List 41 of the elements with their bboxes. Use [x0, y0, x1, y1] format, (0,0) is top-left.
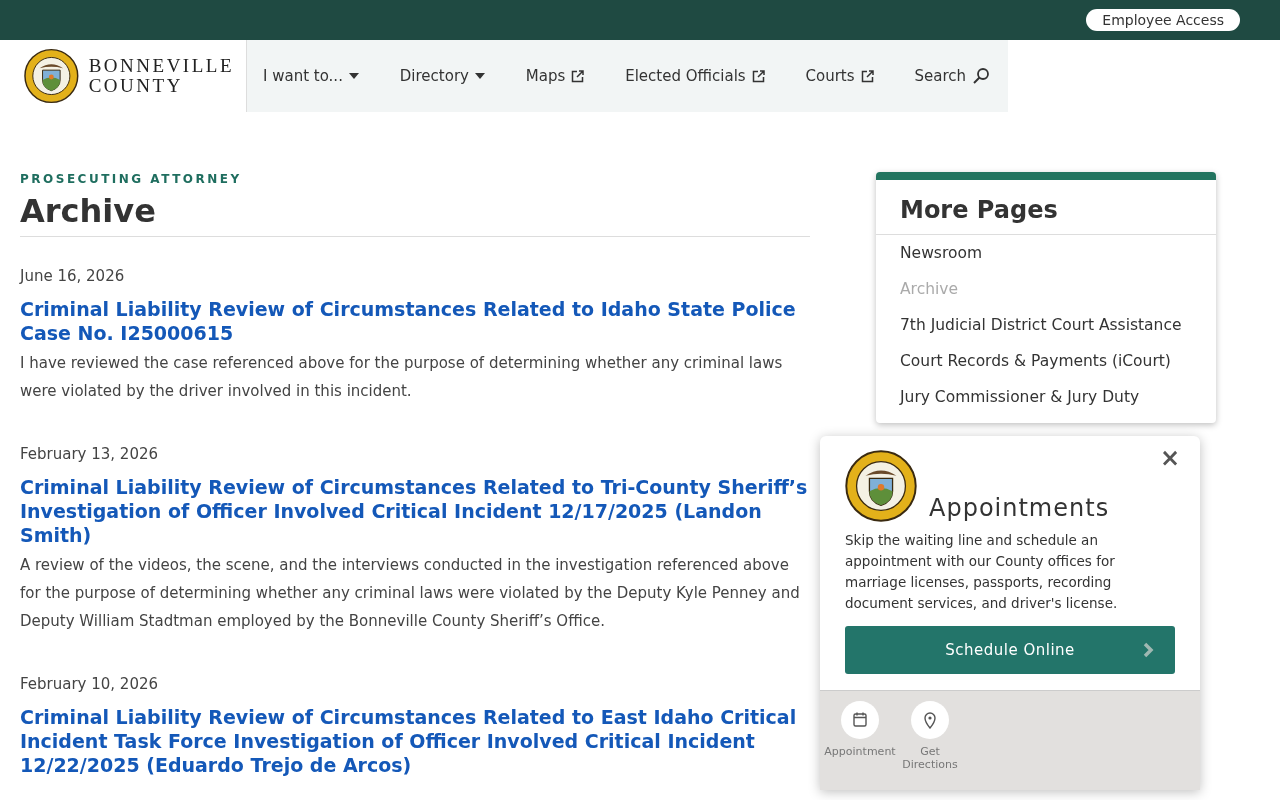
nav-link[interactable]: Courts: [805, 67, 874, 85]
popup-title: Appointments: [929, 494, 1110, 522]
external-link-icon: [751, 69, 765, 83]
logo-text[interactable]: BONNEVILLE: [88, 56, 234, 76]
caret-icon: [348, 73, 359, 79]
close-button[interactable]: ×: [1155, 444, 1184, 472]
article-date: June 16, 2026: [20, 267, 126, 285]
article-link[interactable]: Criminal Liability Review of Circumstances Related to Idaho State Police Case No. I25000615: [20, 297, 810, 345]
page-title: Archive: [20, 192, 810, 237]
popup-text: Skip the waiting line and schedule an appointment with our County offices for marriage licenses, passports, recording document services, and driver's license.: [845, 531, 1119, 613]
section-label: PROSECUTING ATTORNEY: [20, 172, 243, 186]
chevron-right-icon: [1143, 642, 1155, 658]
article-link[interactable]: Criminal Liability Review of Circumstances Related to Tri-County Sheriff’s Investigation of Officer Involved Critical Incident 12/17/2025 (Landon Smith): [20, 475, 810, 547]
sidebar-link[interactable]: 7th Judicial District Court Assistance: [876, 307, 1216, 343]
sidebar-link[interactable]: Newsroom: [876, 235, 1216, 271]
external-link-icon: [571, 69, 585, 83]
article-link[interactable]: Criminal Liability Review of Circumstances Related to East Idaho Critical Incident Task Force Investigation of Officer Involved Critical Incident 12/22/2025 (Eduardo Trejo de Arcos): [20, 705, 810, 777]
article-date: February 13, 2026: [20, 445, 160, 463]
article-date: February 10, 2026: [20, 675, 160, 693]
nav-link[interactable]: Maps: [525, 67, 585, 85]
nav-link[interactable]: Elected Officials: [625, 67, 765, 85]
schedule-online-button[interactable]: Schedule Online: [845, 626, 1175, 674]
nav-link[interactable]: Directory: [399, 67, 485, 85]
article-summary: I have reviewed the case referenced above for the purpose of determining whether any criminal laws were violated by the driver involved in this incident.: [20, 353, 784, 402]
action-label[interactable]: Get Directions: [902, 745, 958, 771]
nav-link[interactable]: Search: [914, 67, 990, 85]
article-summary: A review of the videos, the scene, and the interviews conducted in the investigation referenced above for the purpose of determining whether any criminal laws were violated by the Deputy Kyle Penney and Deputy William Stadtman employed by the Bonneville County Sheriff’s Office.: [20, 555, 801, 632]
caret-icon: [474, 73, 485, 79]
search-icon: [972, 67, 990, 85]
card-title: More Pages: [876, 180, 1216, 235]
nav-link[interactable]: I want to...: [263, 67, 359, 85]
county-seal-icon[interactable]: [24, 48, 79, 104]
calendar-icon[interactable]: [841, 701, 879, 739]
logo-text[interactable]: COUNTY: [88, 76, 234, 96]
external-link-icon: [860, 69, 874, 83]
action-label[interactable]: Appointment: [824, 745, 896, 758]
map-pin-icon[interactable]: [911, 701, 949, 739]
sidebar-link[interactable]: Court Records & Payments (iCourt): [876, 343, 1216, 379]
sidebar-link[interactable]: Jury Commissioner & Jury Duty: [876, 379, 1216, 415]
county-seal-icon: [845, 450, 917, 522]
employee-access-button[interactable]: Employee Access: [1086, 9, 1240, 31]
